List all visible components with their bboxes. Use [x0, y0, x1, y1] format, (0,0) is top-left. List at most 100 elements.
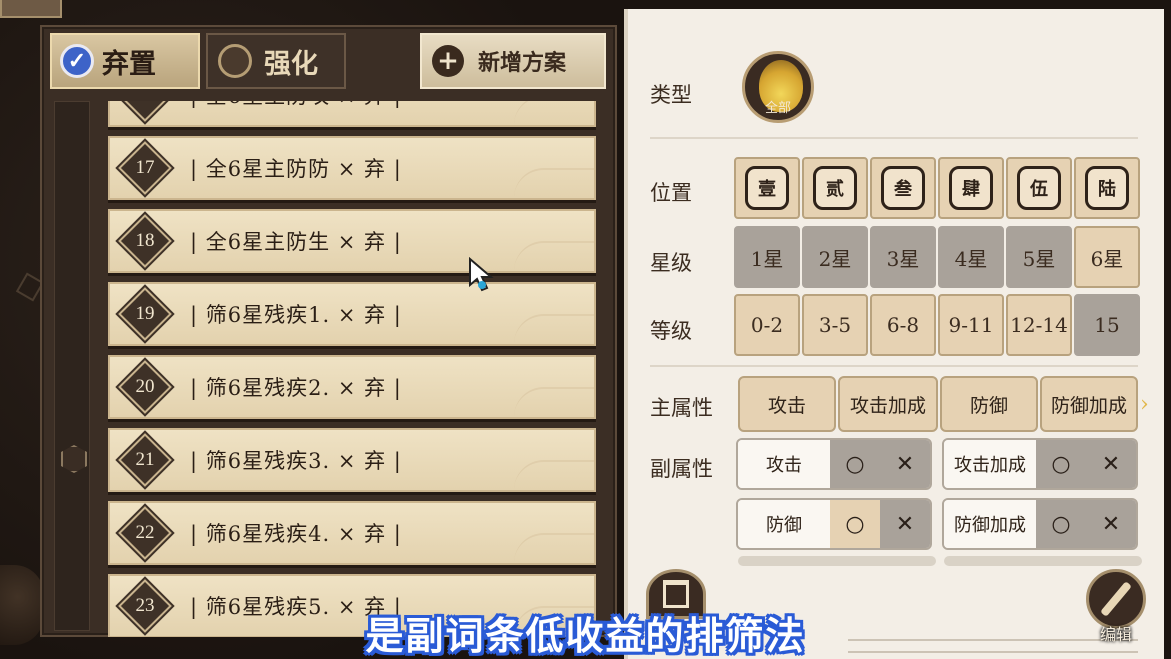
- star-row: 1星 2星 3星 4星 5星 6星: [734, 226, 1140, 288]
- scroll-track[interactable]: [54, 101, 90, 631]
- scheme-name: | 筛6星残疾4. × 弃 |: [190, 522, 402, 546]
- star-option[interactable]: 6星: [1074, 226, 1140, 288]
- sub-attr-name: 防御: [738, 500, 830, 548]
- scheme-number: 21: [135, 449, 155, 470]
- filter-panel: 类型 全部 位置 壹贰叁肆伍陆 星级 1星 2星 3星 4星 5星 6星 等级 0-2 3-…: [624, 9, 1164, 659]
- sub-attr-reject-button[interactable]: ✕: [880, 500, 930, 548]
- trash-icon: [663, 580, 689, 608]
- sub-attr-name: 防御加成: [944, 500, 1036, 548]
- tab-enhance[interactable]: 强化: [206, 33, 346, 89]
- scheme-number: 16: [128, 101, 162, 112]
- position-label: 位置: [650, 181, 692, 205]
- position-row: 壹贰叁肆伍陆: [734, 157, 1140, 219]
- position-option[interactable]: 贰: [802, 157, 868, 219]
- scheme-name: | 筛6星残疾3. × 弃 |: [190, 449, 402, 473]
- sub-attr-keep-button[interactable]: ○: [1036, 440, 1086, 488]
- scheme-list[interactable]: 16 | 全6星主防攻 × 弃 | 17 | 全6星主防防 × 弃 | 18 | 全6星主…: [108, 101, 598, 637]
- star-option[interactable]: 4星: [938, 226, 1004, 288]
- sub-attr-keep-button[interactable]: ○: [1036, 500, 1086, 548]
- level-option[interactable]: 3-5: [802, 294, 868, 356]
- position-option[interactable]: 壹: [734, 157, 800, 219]
- level-label: 等级: [650, 319, 692, 343]
- sub-attr-name: 攻击: [738, 440, 830, 488]
- scheme-item[interactable]: 16 | 全6星主防攻 × 弃 |: [108, 101, 596, 127]
- video-subtitle: 是副词条低收益的排筛法: [365, 614, 806, 658]
- scheme-number-badge: 17: [118, 141, 172, 195]
- sub-attr-reject-button[interactable]: ✕: [1086, 500, 1136, 548]
- add-scheme-button[interactable]: + 新增方案: [420, 33, 606, 89]
- main-attr-label: 主属性: [650, 396, 713, 420]
- position-option[interactable]: 叁: [870, 157, 936, 219]
- check-icon: ✓: [60, 44, 94, 78]
- position-option[interactable]: 肆: [938, 157, 1004, 219]
- sub-attr-group: 防御加成 ○ ✕: [942, 498, 1138, 550]
- level-row: 0-2 3-5 6-8 9-11 12-14 15: [734, 294, 1140, 356]
- star-option[interactable]: 5星: [1006, 226, 1072, 288]
- scheme-number-badge: 22: [118, 506, 172, 560]
- more-sub-attrs-edge: [944, 556, 1142, 566]
- scheme-panel: ✓ 弃置 强化 + 新增方案 16 | 全6星主防攻 × 弃 | 17 | 全6星主防…: [40, 25, 617, 637]
- scheme-name: | 全6星主防生 × 弃 |: [190, 230, 402, 254]
- divider: [650, 365, 1138, 367]
- scheme-number: 22: [135, 522, 155, 543]
- position-glyph-icon: 贰: [813, 166, 857, 210]
- swirl-ornament: [514, 460, 594, 490]
- sub-attr-group: 攻击加成 ○ ✕: [942, 438, 1138, 490]
- more-sub-attrs-edge: [738, 556, 936, 566]
- level-option[interactable]: 12-14: [1006, 294, 1072, 356]
- scheme-number: 19: [135, 303, 155, 324]
- add-scheme-label: 新增方案: [478, 50, 567, 76]
- level-option[interactable]: 9-11: [938, 294, 1004, 356]
- scheme-item[interactable]: 21 | 筛6星残疾3. × 弃 |: [108, 428, 596, 492]
- scheme-number-badge: 19: [118, 287, 172, 341]
- scheme-item[interactable]: 18 | 全6星主防生 × 弃 |: [108, 209, 596, 273]
- sub-attr-group: 攻击 ○ ✕: [736, 438, 932, 490]
- scheme-number-badge: 20: [118, 360, 172, 414]
- scheme-item[interactable]: 19 | 筛6星残疾1. × 弃 |: [108, 282, 596, 346]
- level-option[interactable]: 6-8: [870, 294, 936, 356]
- swirl-ornament: [514, 101, 594, 125]
- back-corner-button[interactable]: [0, 0, 62, 18]
- position-option[interactable]: 陆: [1074, 157, 1140, 219]
- sub-attr-label: 副属性: [650, 457, 713, 481]
- scheme-name: | 筛6星残疾1. × 弃 |: [190, 303, 402, 327]
- star-option[interactable]: 3星: [870, 226, 936, 288]
- level-option[interactable]: 0-2: [734, 294, 800, 356]
- main-attr-attack-bonus[interactable]: 攻击加成: [838, 376, 938, 432]
- sub-attr-reject-button[interactable]: ✕: [1086, 440, 1136, 488]
- sub-attr-reject-button[interactable]: ✕: [880, 440, 930, 488]
- position-glyph-icon: 陆: [1085, 166, 1129, 210]
- scheme-number: 20: [135, 376, 155, 397]
- tab-discard-label: 弃置: [102, 48, 156, 80]
- type-all-button[interactable]: 全部: [742, 51, 814, 123]
- star-option[interactable]: 1星: [734, 226, 800, 288]
- sub-attr-keep-button[interactable]: ○: [830, 500, 880, 548]
- main-attr-defense[interactable]: 防御: [940, 376, 1038, 432]
- swirl-ornament: [514, 168, 594, 198]
- scheme-number-badge: 21: [118, 433, 172, 487]
- swirl-ornament: [514, 314, 594, 344]
- position-glyph-icon: 伍: [1017, 166, 1061, 210]
- star-option[interactable]: 2星: [802, 226, 868, 288]
- position-option[interactable]: 伍: [1006, 157, 1072, 219]
- position-glyph-icon: 叁: [881, 166, 925, 210]
- scheme-item[interactable]: 17 | 全6星主防防 × 弃 |: [108, 136, 596, 200]
- tab-discard[interactable]: ✓ 弃置: [50, 33, 200, 89]
- position-glyph-icon: 壹: [745, 166, 789, 210]
- level-option[interactable]: 15: [1074, 294, 1140, 356]
- chevron-right-icon[interactable]: ›: [1140, 392, 1149, 417]
- swirl-ornament: [514, 241, 594, 271]
- main-attr-attack[interactable]: 攻击: [738, 376, 836, 432]
- scheme-number-badge: 16: [118, 101, 172, 122]
- divider: [650, 137, 1138, 139]
- scheme-item[interactable]: 22 | 筛6星残疾4. × 弃 |: [108, 501, 596, 565]
- plus-icon: +: [432, 45, 464, 77]
- sub-attr-keep-button[interactable]: ○: [830, 440, 880, 488]
- unchecked-circle-icon: [218, 44, 252, 78]
- scheme-name: | 全6星主防攻 × 弃 |: [190, 101, 402, 110]
- main-attr-defense-bonus[interactable]: 防御加成: [1040, 376, 1138, 432]
- swirl-ornament: [514, 533, 594, 563]
- scheme-item[interactable]: 20 | 筛6星残疾2. × 弃 |: [108, 355, 596, 419]
- scheme-name: | 全6星主防防 × 弃 |: [190, 157, 402, 181]
- sub-attr-group: 防御 ○ ✕: [736, 498, 932, 550]
